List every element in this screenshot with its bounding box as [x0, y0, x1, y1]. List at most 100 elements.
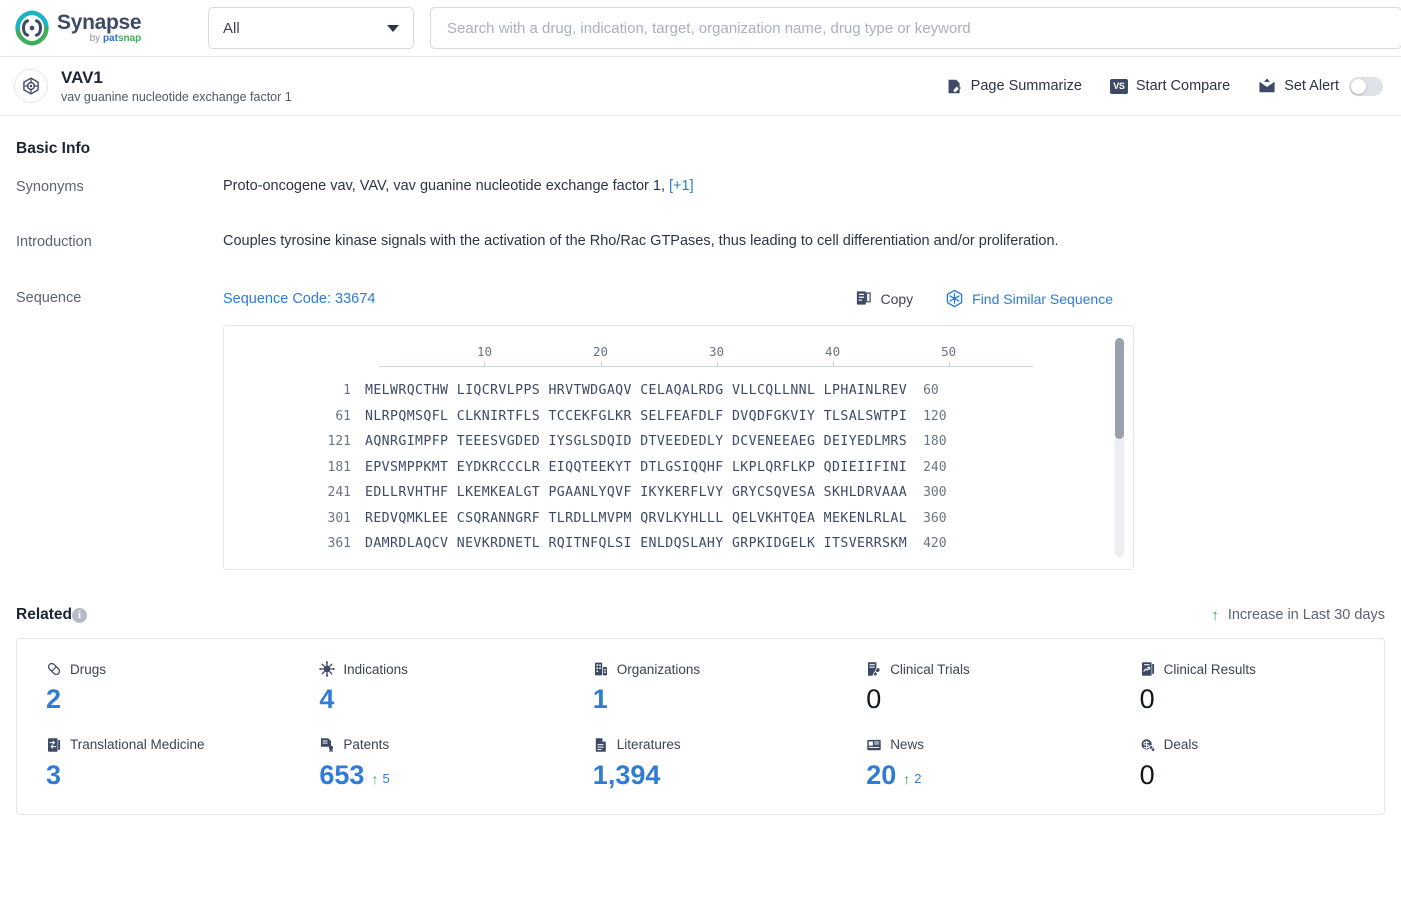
- page-summarize-button[interactable]: Page Summarize: [946, 78, 1082, 95]
- search-input[interactable]: [445, 18, 1387, 38]
- sequence-tools: Copy Find Similar Sequence: [855, 289, 1385, 308]
- synonyms-value-group: Proto-oncogene vav, VAV, vav guanine nuc…: [223, 178, 1385, 194]
- sequence-end-index: 240: [923, 459, 947, 475]
- stat-delta: ↑ 2: [903, 770, 922, 787]
- set-alert-button[interactable]: Set Alert: [1258, 76, 1383, 96]
- sequence-line: 301 REDVQMKLEE CSQRANNGRF TLRDLLMVPM QRVL…: [224, 511, 1133, 537]
- translational-medicine-icon: [46, 737, 62, 753]
- app-logo[interactable]: Synapse by patsnap: [14, 10, 182, 46]
- ruler-tick-label: 10: [476, 344, 492, 359]
- sequence-line: 181 EPVSMPPKMT EYDKRCCCLR EIQQTEEKYT DTLG…: [224, 460, 1133, 486]
- ruler-baseline: [379, 366, 1033, 367]
- stat-card-clinical-results[interactable]: Clinical Results 0: [1111, 661, 1384, 715]
- stat-label-text: Clinical Trials: [890, 661, 970, 677]
- sequence-label: Sequence: [16, 290, 82, 306]
- toggle-knob: [1351, 78, 1366, 94]
- find-similar-sequence-button[interactable]: Find Similar Sequence: [945, 289, 1113, 308]
- sequence-start-index: 181: [327, 459, 351, 475]
- stat-label-text: Clinical Results: [1163, 661, 1256, 677]
- find-similar-sequence-label: Find Similar Sequence: [972, 290, 1113, 307]
- sequence-start-index: 241: [327, 485, 351, 500]
- stat-card-translational-medicine[interactable]: Translational Medicine 3: [17, 737, 290, 791]
- stat-card-deals[interactable]: Deals 0: [1111, 737, 1384, 791]
- sequence-start-index: 1: [343, 383, 351, 398]
- ruler-tick-label: 50: [941, 344, 957, 359]
- stat-label-text: News: [890, 737, 924, 753]
- sequence-rows: 1 MELWRQCTHW LIQCRVLPPS HRVTWDGAQV CELAQA…: [224, 383, 1133, 562]
- ruler-tick: [600, 361, 602, 367]
- stat-value: 0: [866, 684, 1110, 715]
- synapse-logo-icon: [14, 10, 50, 46]
- global-top-bar: Synapse by patsnap All: [0, 0, 1401, 57]
- stat-card-literatures[interactable]: Literatures 1,394: [564, 737, 837, 791]
- stat-value: 4: [319, 684, 563, 715]
- stat-value: 3: [46, 759, 290, 791]
- page-summarize-label: Page Summarize: [970, 78, 1082, 94]
- copy-icon: [855, 290, 872, 307]
- sequence-start-index: 61: [335, 408, 351, 424]
- stat-label-row: Clinical Trials: [866, 661, 1110, 677]
- logo-tagline: by patsnap: [89, 33, 142, 44]
- increase-legend: ↑ Increase in Last 30 days: [1211, 607, 1385, 623]
- stat-value: 0: [1140, 760, 1384, 791]
- ruler-tick: [832, 361, 834, 367]
- stat-label-row: Literatures: [593, 737, 837, 753]
- ruler-tick-label: 20: [592, 344, 609, 359]
- related-stats-grid: Drugs 2 Indications 4 Organizations 1 Clinical…: [17, 661, 1384, 790]
- stat-number: 0: [1139, 684, 1155, 714]
- stat-number: 4: [319, 684, 335, 714]
- sequence-residues: DAMRDLAQCV NEVKRDNETL RQITNFQLSI ENLDQSL…: [365, 536, 908, 551]
- building-icon: [593, 661, 609, 677]
- stat-card-news[interactable]: News 20 ↑ 2: [837, 737, 1110, 791]
- sequence-viewer-inner: 10 20 30 40 50 1 MELWRQCTHW LIQCRVLPPS HRVTWD…: [224, 326, 1133, 562]
- stat-label-row: News: [866, 737, 1110, 753]
- related-header: Related i ↑ Increase in Last 30 days: [16, 606, 1385, 624]
- patent-icon: [319, 737, 335, 753]
- mail-alert-icon: [1258, 78, 1276, 94]
- capsule-icon: [46, 661, 62, 677]
- entity-description: vav guanine nucleotide exchange factor 1: [61, 90, 292, 104]
- sequence-line: 241 EDLLRVHTHF LKEMKEALGT PGAANLYQVF IKYK…: [224, 485, 1133, 511]
- stat-card-drugs[interactable]: Drugs 2: [17, 661, 290, 715]
- page-title: VAV1: [61, 67, 103, 87]
- sequence-header: Sequence Code: 33674 Copy Find Similar S…: [223, 289, 1385, 308]
- arrow-up-icon: ↑: [903, 770, 911, 787]
- sequence-scrollbar[interactable]: [1115, 338, 1124, 557]
- related-heading: Related: [16, 606, 72, 623]
- stat-label-row: Translational Medicine: [46, 737, 290, 753]
- sequence-residues: MELWRQCTHW LIQCRVLPPS HRVTWDGAQV CELAQAL…: [365, 383, 908, 398]
- entity-action-group: Page Summarize VS Start Compare Set Aler…: [946, 76, 1383, 96]
- info-icon[interactable]: i: [72, 607, 87, 623]
- related-stats-card: Drugs 2 Indications 4 Organizations 1 Clinical…: [16, 638, 1385, 816]
- stat-number: 3: [46, 759, 62, 790]
- search-scope-select[interactable]: All: [208, 7, 414, 49]
- set-alert-toggle[interactable]: [1349, 76, 1383, 96]
- stat-card-clinical-trials[interactable]: Clinical Trials 0: [837, 661, 1110, 715]
- stat-card-organizations[interactable]: Organizations 1: [564, 661, 837, 715]
- synonyms-row: Synonyms Proto-oncogene vav, VAV, vav gu…: [16, 178, 1385, 195]
- synonyms-more-link[interactable]: [+1]: [669, 178, 694, 194]
- sequence-viewer[interactable]: 10 20 30 40 50 1 MELWRQCTHW LIQCRVLPPS HRVTWD…: [223, 325, 1134, 570]
- stat-delta-value: 2: [914, 770, 922, 786]
- sequence-ruler: 10 20 30 40 50: [379, 343, 1033, 367]
- clinical-results-icon: [1140, 661, 1156, 677]
- sequence-line: 361 DAMRDLAQCV NEVKRDNETL RQITNFQLSI ENLD…: [224, 536, 1133, 562]
- stat-label-row: Organizations: [593, 661, 837, 677]
- synonyms-value: Proto-oncogene vav, VAV, vav guanine nuc…: [223, 178, 666, 194]
- stat-card-patents[interactable]: Patents 653 ↑ 5: [290, 737, 563, 791]
- introduction-label: Introduction: [16, 234, 92, 250]
- copy-button[interactable]: Copy: [855, 290, 913, 307]
- sequence-line: 1 MELWRQCTHW LIQCRVLPPS HRVTWDGAQV CELAQA…: [224, 383, 1133, 409]
- sequence-end-index: 360: [923, 510, 947, 526]
- stat-label-text: Drugs: [70, 661, 107, 677]
- stat-card-indications[interactable]: Indications 4: [290, 661, 563, 715]
- sequence-code-link[interactable]: Sequence Code: 33674: [223, 291, 375, 307]
- global-search-box[interactable]: [430, 7, 1401, 49]
- stat-label-text: Deals: [1163, 737, 1199, 753]
- stat-label-text: Patents: [343, 737, 390, 753]
- row-spacer: [16, 195, 1385, 233]
- start-compare-button[interactable]: VS Start Compare: [1109, 78, 1230, 94]
- entity-header: VAV1 vav guanine nucleotide exchange fac…: [0, 57, 1401, 116]
- clinical-trial-icon: [866, 661, 882, 677]
- sequence-scrollbar-thumb[interactable]: [1115, 338, 1124, 439]
